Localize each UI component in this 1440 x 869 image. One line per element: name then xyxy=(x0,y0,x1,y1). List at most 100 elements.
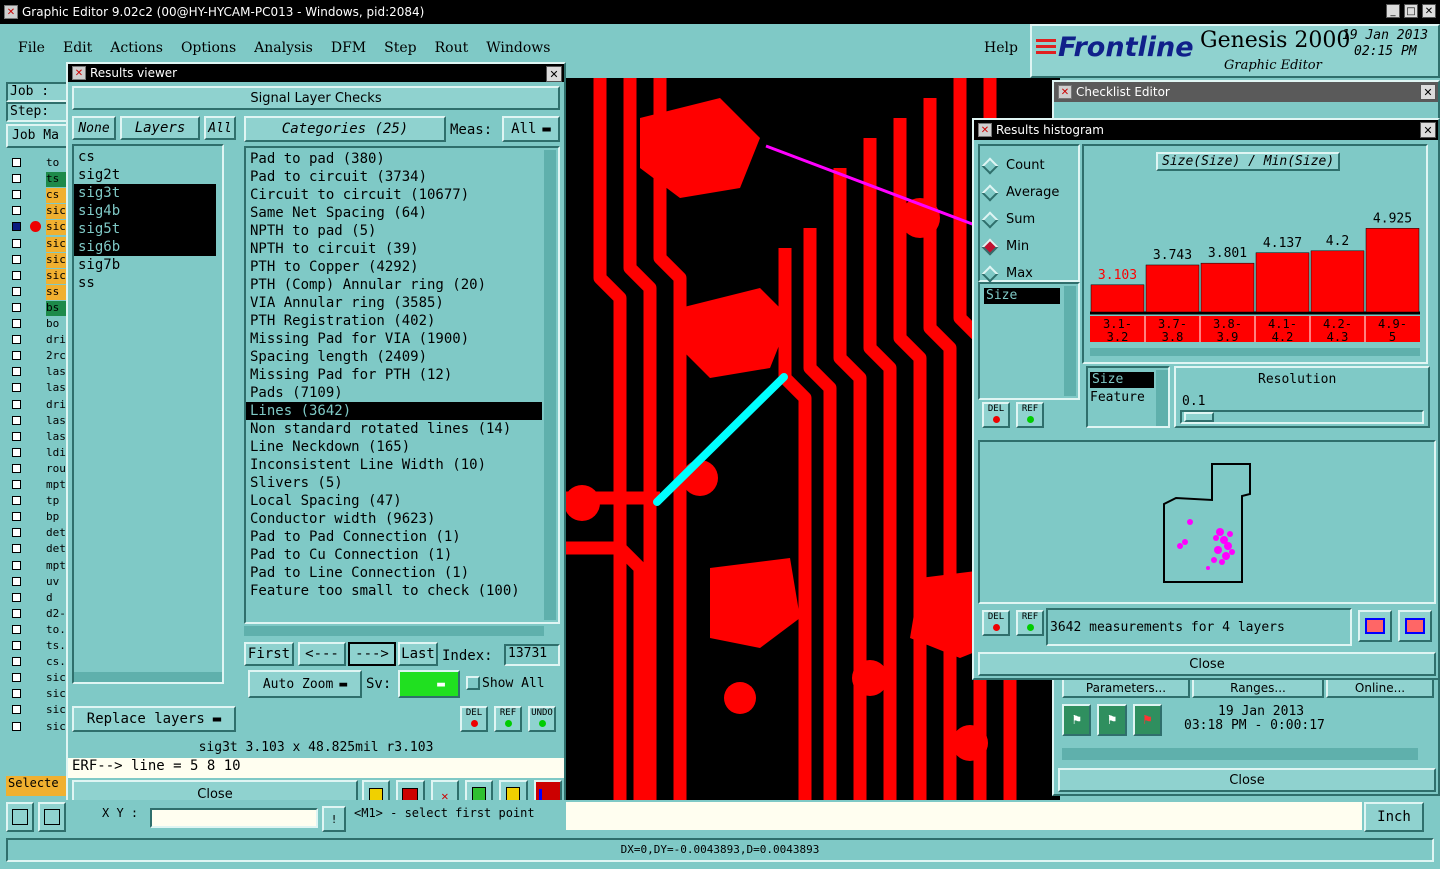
category-item[interactable]: Line Neckdown (165) xyxy=(246,438,542,456)
menu-edit[interactable]: Edit xyxy=(57,40,98,56)
units-button[interactable]: Inch xyxy=(1364,802,1424,832)
layer-row[interactable]: ts xyxy=(10,172,66,188)
layer-checkbox-icon[interactable] xyxy=(12,206,21,216)
layer-list-item[interactable]: sig7b xyxy=(74,256,216,274)
layer-checkbox-icon[interactable] xyxy=(12,447,21,457)
x-attribute-scrollbar[interactable] xyxy=(1156,370,1168,426)
close-icon[interactable]: ✕ xyxy=(1420,122,1436,138)
layer-checkbox-icon[interactable] xyxy=(12,302,21,312)
x-attribute-list[interactable]: Size Feature xyxy=(1086,366,1170,428)
category-item[interactable]: PTH to Copper (4292) xyxy=(246,258,542,276)
attribute-item[interactable]: Size xyxy=(984,288,1060,304)
viewer-del-button[interactable]: DEL xyxy=(460,706,488,732)
layer-row[interactable]: det xyxy=(10,526,66,542)
parameters-button[interactable]: Parameters... xyxy=(1062,678,1190,698)
sv-color-dropdown[interactable]: ▬ xyxy=(398,670,460,698)
layer-row[interactable]: tp xyxy=(10,494,66,510)
menu-file[interactable]: File xyxy=(12,40,51,56)
run-selected-icon[interactable]: ⚑ xyxy=(1097,704,1127,736)
layer-checkbox-icon[interactable] xyxy=(12,238,21,248)
histogram-ref-button[interactable]: REF xyxy=(1016,402,1044,428)
layer-checkbox-icon[interactable] xyxy=(12,286,21,296)
layer-row[interactable]: cs xyxy=(10,188,66,204)
layer-row[interactable]: d xyxy=(10,590,66,606)
layer-row[interactable]: ts. xyxy=(10,639,66,654)
attribute-scrollbar[interactable] xyxy=(1064,286,1076,396)
layer-checkbox-icon[interactable] xyxy=(12,673,21,683)
layer-checkbox-icon[interactable] xyxy=(12,657,21,667)
layer-list-item[interactable]: cs xyxy=(74,148,216,166)
layer-list-item[interactable]: sig3t xyxy=(74,184,216,202)
category-item[interactable]: Pad to Pad Connection (1) xyxy=(246,528,542,546)
x-attribute-item-feature[interactable]: Feature xyxy=(1090,390,1145,405)
aggregate-option-average[interactable]: Average xyxy=(981,179,1059,206)
layer-row[interactable]: cs. xyxy=(10,655,66,671)
category-item[interactable]: Non standard rotated lines (14) xyxy=(246,420,542,438)
online-button[interactable]: Online... xyxy=(1326,678,1434,698)
layer-row[interactable]: to xyxy=(10,156,66,171)
layer-checkbox-icon[interactable] xyxy=(12,158,21,167)
category-item[interactable]: Pad to Line Connection (1) xyxy=(246,564,542,582)
menu-rout[interactable]: Rout xyxy=(429,40,475,56)
layer-checkbox-icon[interactable] xyxy=(12,705,21,715)
layer-row[interactable]: las xyxy=(10,413,66,429)
layer-row[interactable]: bs xyxy=(10,300,66,316)
viewer-ref-button[interactable]: REF xyxy=(494,706,522,732)
menu-analysis[interactable]: Analysis xyxy=(248,40,319,56)
layer-checkbox-icon[interactable] xyxy=(12,528,21,538)
layer-checkbox-icon[interactable] xyxy=(12,270,21,280)
layer-row[interactable]: rou xyxy=(10,461,66,477)
category-item[interactable]: Pad to circuit (3734) xyxy=(246,168,542,186)
menu-actions[interactable]: Actions xyxy=(104,40,169,56)
category-item[interactable]: NPTH to pad (5) xyxy=(246,222,542,240)
category-list-vscroll[interactable] xyxy=(544,150,556,620)
layer-row[interactable]: bo xyxy=(10,317,66,332)
layer-row[interactable]: dri xyxy=(10,397,66,413)
x-attribute-item-size[interactable]: Size xyxy=(1090,372,1154,388)
zoom-selected-icon[interactable] xyxy=(1358,610,1392,642)
layer-checkbox-icon[interactable] xyxy=(12,544,21,554)
auto-zoom-dropdown[interactable]: Auto Zoom ▬ xyxy=(248,670,362,698)
index-input[interactable]: 13731 xyxy=(504,644,560,666)
job-matrix-button[interactable]: Job Ma xyxy=(6,124,68,148)
layer-checkbox-icon[interactable] xyxy=(12,351,21,361)
layer-row[interactable]: las xyxy=(10,365,66,381)
category-item[interactable]: Missing Pad for VIA (1900) xyxy=(246,330,542,348)
layer-row[interactable]: mpt xyxy=(10,558,66,574)
radio-icon[interactable] xyxy=(981,211,999,228)
checklist-scrollbar[interactable] xyxy=(1062,748,1418,760)
layers-button[interactable]: Layers xyxy=(120,116,200,140)
category-item[interactable]: Spacing length (2409) xyxy=(246,348,542,366)
show-all-checkbox[interactable] xyxy=(466,676,480,690)
layer-row[interactable]: bp xyxy=(10,510,66,526)
category-item[interactable]: PTH Registration (402) xyxy=(246,312,542,330)
categories-button[interactable]: Categories (25) xyxy=(244,116,446,142)
resolution-slider[interactable] xyxy=(1180,410,1424,424)
layer-checkbox-icon[interactable] xyxy=(12,496,21,506)
layer-row[interactable]: sic xyxy=(10,236,66,252)
next-button[interactable]: ---> xyxy=(348,642,396,666)
category-item[interactable]: Local Spacing (47) xyxy=(246,492,542,510)
layer-row[interactable]: uv xyxy=(10,574,66,590)
layer-checkbox-icon[interactable] xyxy=(12,560,21,570)
map-del-button[interactable]: DEL xyxy=(982,610,1010,636)
zoom-home-icon[interactable] xyxy=(1398,610,1432,642)
aggregate-option-count[interactable]: Count xyxy=(981,152,1059,179)
layer-row[interactable]: sic xyxy=(10,719,66,735)
viewer-undo-button[interactable]: UNDO xyxy=(528,706,556,732)
layer-row[interactable]: mpt xyxy=(10,478,66,493)
histogram-close-button[interactable]: Close xyxy=(978,652,1436,676)
layer-row[interactable]: sic xyxy=(10,671,66,687)
menu-options[interactable]: Options xyxy=(175,40,242,56)
checklist-close-button[interactable]: Close xyxy=(1058,768,1436,792)
layer-row[interactable]: to. xyxy=(10,622,66,638)
resolution-slider-thumb[interactable] xyxy=(1184,412,1214,422)
layer-row[interactable]: sic xyxy=(10,204,66,220)
layer-row[interactable]: sic xyxy=(10,220,66,236)
layer-row[interactable]: ss xyxy=(10,284,66,300)
layer-row[interactable]: las xyxy=(10,429,66,445)
layer-row[interactable]: sic xyxy=(10,252,66,268)
layer-checkbox-icon[interactable] xyxy=(12,319,21,328)
radio-icon[interactable] xyxy=(981,265,999,282)
aggregate-option-sum[interactable]: Sum xyxy=(981,206,1059,233)
